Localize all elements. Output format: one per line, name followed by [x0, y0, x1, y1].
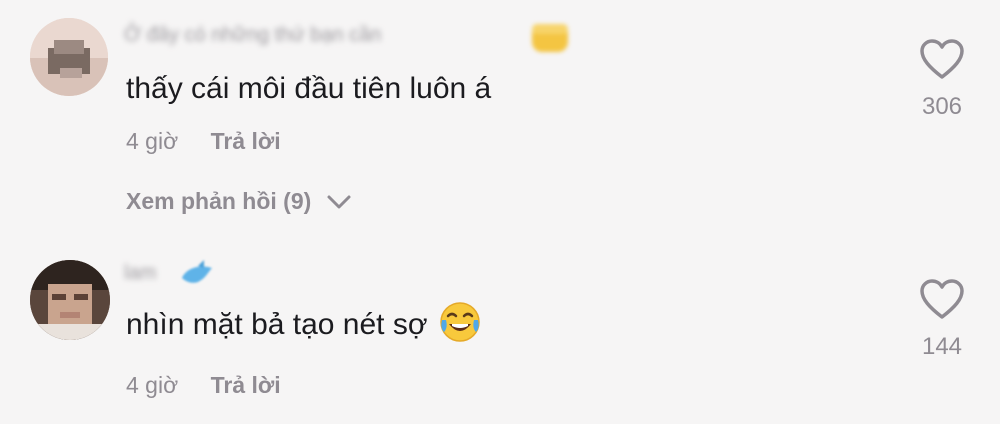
face-with-tears-of-joy-emoji — [438, 300, 482, 352]
reply-button[interactable]: Trả lời — [211, 372, 281, 398]
emoji-icon — [178, 260, 216, 295]
comment-text: nhìn mặt bả tạo nét sợ — [126, 300, 482, 352]
heart-outline-icon[interactable] — [892, 38, 992, 85]
comment-text-content: nhìn mặt bả tạo nét sợ — [126, 307, 428, 341]
reply-button[interactable]: Trả lời — [211, 128, 281, 154]
avatar[interactable] — [30, 260, 110, 340]
comment-meta: 4 giờ Trả lời — [126, 128, 281, 155]
like-count: 144 — [921, 333, 963, 360]
view-replies-label: Xem phản hồi (9) — [126, 188, 312, 214]
avatar[interactable] — [30, 18, 108, 96]
username[interactable]: lam — [124, 262, 156, 284]
like-control: 144 — [892, 278, 992, 361]
comment-time: 4 giờ — [126, 128, 179, 154]
heart-outline-icon[interactable] — [892, 278, 992, 325]
comment-time: 4 giờ — [126, 372, 179, 398]
chevron-down-icon — [326, 189, 352, 216]
comment-item: Ở đây có những thứ bạn cần thấy cái môi … — [0, 0, 1000, 240]
username[interactable]: Ở đây có những thứ bạn cần — [124, 24, 381, 46]
view-replies-button[interactable]: Xem phản hồi (9) — [126, 188, 352, 216]
like-count: 306 — [921, 93, 963, 120]
comment-meta: 4 giờ Trả lời — [126, 372, 281, 399]
like-control: 306 — [892, 38, 992, 121]
comment-item: lam nhìn mặt bả tạo nét sợ 4 giờ Trả lời — [0, 240, 1000, 424]
comment-text: thấy cái môi đầu tiên luôn á — [126, 72, 492, 105]
emoji-icon — [530, 20, 570, 59]
